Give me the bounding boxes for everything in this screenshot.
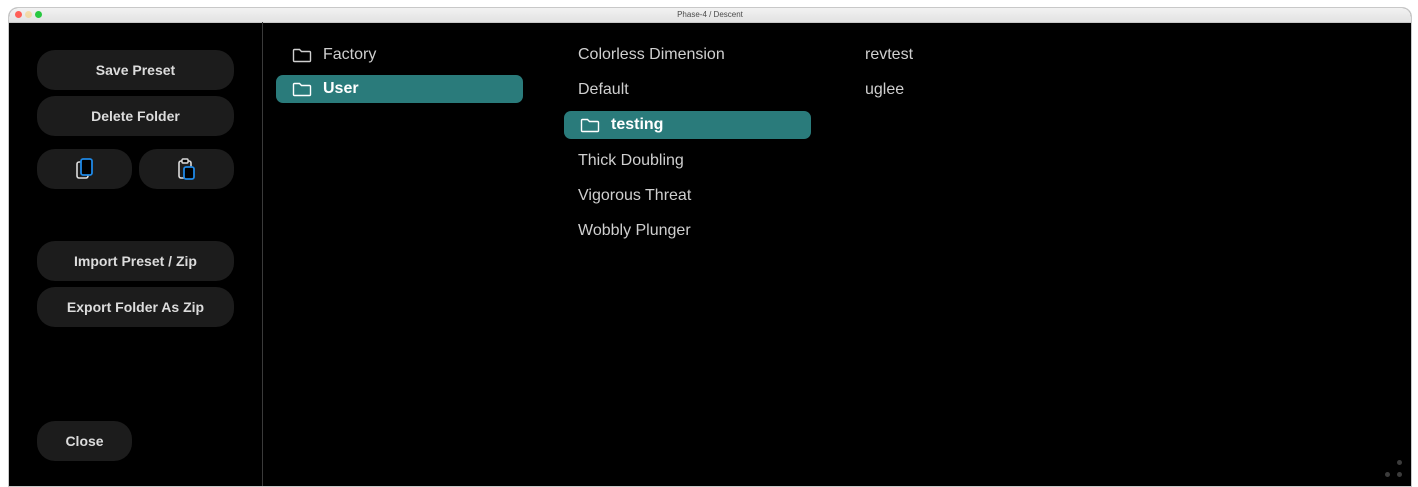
paste-icon — [177, 158, 195, 180]
folder-icon — [292, 82, 312, 97]
save-preset-button[interactable]: Save Preset — [37, 50, 234, 90]
folder-label: User — [323, 80, 359, 97]
preset-label: Default — [578, 81, 629, 98]
folder-label: testing — [611, 116, 664, 133]
export-folder-button[interactable]: Export Folder As Zip — [37, 287, 234, 327]
preset-label: Colorless Dimension — [578, 46, 725, 63]
folder-icon — [580, 118, 600, 133]
copy-icon — [75, 158, 93, 179]
preset-row[interactable]: Thick Doubling — [578, 147, 818, 175]
preset-label: uglee — [865, 81, 905, 98]
preset-label: Vigorous Threat — [578, 187, 692, 204]
folder-icon — [292, 48, 312, 63]
preset-label: revtest — [865, 46, 914, 63]
preset-row[interactable]: uglee — [865, 76, 1105, 104]
preset-row[interactable]: Wobbly Plunger — [578, 217, 818, 245]
preset-row[interactable]: revtest — [865, 41, 1105, 69]
folder-row-user[interactable]: User — [276, 75, 523, 103]
preset-row[interactable]: Vigorous Threat — [578, 182, 818, 210]
paste-preset-button[interactable] — [139, 149, 234, 189]
preset-label: Thick Doubling — [578, 152, 684, 169]
folder-label: Factory — [323, 46, 377, 63]
preset-label: Wobbly Plunger — [578, 222, 691, 239]
preset-row[interactable]: Colorless Dimension — [578, 41, 818, 69]
resize-handle-icon[interactable] — [1385, 460, 1405, 480]
app-window: Phase-4 / Descent Save Preset Delete Fol… — [8, 7, 1412, 487]
title-bar[interactable]: Phase-4 / Descent — [9, 8, 1411, 23]
import-preset-button[interactable]: Import Preset / Zip — [37, 241, 234, 281]
delete-folder-button[interactable]: Delete Folder — [37, 96, 234, 136]
close-button[interactable]: Close — [37, 421, 132, 461]
folder-row-testing[interactable]: testing — [564, 111, 811, 139]
window-title: Phase-4 / Descent — [677, 10, 743, 19]
copy-preset-button[interactable] — [37, 149, 132, 189]
preset-row[interactable]: Default — [578, 76, 818, 104]
sidebar: Save Preset Delete Folder Import Preset … — [9, 22, 263, 486]
folder-row-factory[interactable]: Factory — [280, 41, 526, 69]
